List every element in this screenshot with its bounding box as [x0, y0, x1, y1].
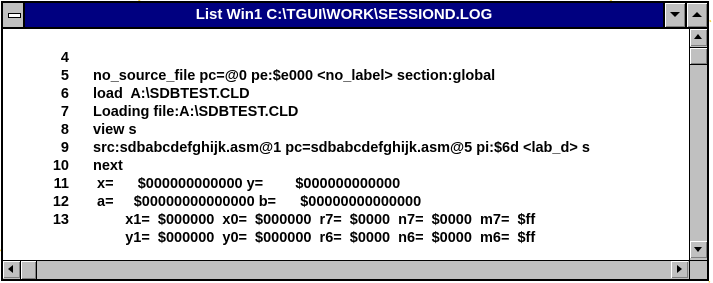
line-number: 12 — [52, 194, 69, 210]
log-line: 10 x= $000000000000 y= $000000000000 — [3, 139, 400, 192]
window-title: List Win1 C:\TGUI\WORK\SESSIOND.LOG — [195, 6, 493, 23]
scroll-right-button[interactable] — [671, 261, 688, 278]
line-number: 11 — [53, 176, 69, 192]
scrollbar-corner — [689, 260, 707, 279]
vertical-scroll-thumb[interactable] — [690, 47, 707, 65]
log-line: 13 y1= $000000 y0= $000000 r6= $0000 n6=… — [3, 193, 535, 246]
horizontal-scrollbar[interactable] — [3, 260, 689, 279]
line-text: src:sdbabcdefghijk.asm@1 pc=sdbabcdefghi… — [93, 140, 590, 156]
line-number: 9 — [60, 140, 69, 156]
title-bar: List Win1 C:\TGUI\WORK\SESSIOND.LOG — [3, 3, 707, 29]
line-number: 5 — [60, 68, 69, 84]
line-text: x1= $000000 x0= $000000 r7= $0000 n7= $0… — [93, 212, 536, 228]
system-menu-button[interactable] — [3, 3, 25, 27]
line-number: 4 — [60, 50, 69, 66]
log-line: 8 src:sdbabcdefghijk.asm@1 pc=sdbabcdefg… — [3, 103, 590, 156]
log-line: 5 load A:\SDBTEST.CLD — [3, 49, 250, 102]
log-content[interactable]: 4 no_source_file pc=@0 pe:$e000 <no_labe… — [3, 29, 689, 260]
minimize-button[interactable] — [663, 3, 685, 27]
scroll-left-arrow-icon — [8, 265, 13, 273]
line-number: 8 — [60, 122, 69, 138]
scroll-down-arrow-icon — [694, 247, 702, 252]
log-line: 11 a= $00000000000000 b= $00000000000000 — [3, 157, 422, 210]
line-number: 10 — [52, 158, 69, 174]
line-text: a= $00000000000000 b= $00000000000000 — [93, 194, 422, 210]
line-text: next — [93, 158, 123, 174]
log-line: 7 view s — [3, 85, 137, 138]
vertical-scrollbar[interactable] — [689, 29, 707, 260]
maximize-icon — [692, 12, 702, 17]
line-number: 7 — [60, 104, 69, 120]
line-text: load A:\SDBTEST.CLD — [93, 86, 250, 102]
line-text: no_source_file pc=@0 pe:$e000 <no_label>… — [93, 68, 496, 84]
minimize-icon — [670, 12, 680, 17]
line-text: Loading file:A:\SDBTEST.CLD — [93, 104, 299, 120]
line-text: x= $000000000000 y= $000000000000 — [93, 176, 401, 192]
list-window: List Win1 C:\TGUI\WORK\SESSIOND.LOG 4 no… — [1, 1, 709, 281]
scroll-down-button[interactable] — [690, 241, 707, 258]
scroll-up-arrow-icon — [694, 34, 702, 39]
scroll-right-arrow-icon — [677, 265, 682, 273]
system-menu-icon — [8, 13, 21, 18]
log-line: 9 next — [3, 121, 123, 174]
line-number: 6 — [60, 86, 69, 102]
line-text: y1= $000000 y0= $000000 r6= $0000 n6= $0… — [93, 230, 536, 246]
line-number: 13 — [52, 212, 69, 228]
horizontal-scroll-thumb[interactable] — [20, 261, 37, 279]
log-line: 6 Loading file:A:\SDBTEST.CLD — [3, 67, 299, 120]
log-line: 12 x1= $000000 x0= $000000 r7= $0000 n7=… — [3, 175, 535, 228]
scroll-up-button[interactable] — [690, 29, 707, 46]
log-line: 4 no_source_file pc=@0 pe:$e000 <no_labe… — [3, 31, 495, 84]
maximize-button[interactable] — [685, 3, 707, 27]
line-text: view s — [93, 122, 137, 138]
scroll-left-button[interactable] — [3, 261, 20, 278]
